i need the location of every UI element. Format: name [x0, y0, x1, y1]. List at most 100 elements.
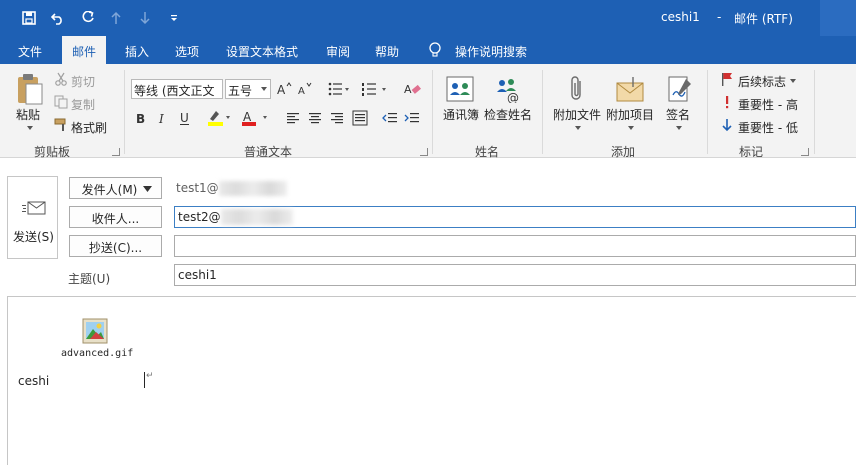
group-divider	[814, 70, 815, 154]
clipboard-group-label: 剪贴板	[34, 145, 71, 159]
shrink-font-icon[interactable]: A	[297, 81, 313, 97]
high-importance-button[interactable]: 重要性 - 高	[738, 96, 798, 113]
undo-icon[interactable]	[48, 8, 68, 28]
grow-font-icon[interactable]: A	[276, 81, 292, 97]
align-center-icon[interactable]	[308, 111, 322, 125]
flag-icon	[720, 72, 734, 86]
names-group-label: 姓名	[475, 145, 500, 159]
follow-up-button[interactable]: 后续标志	[738, 73, 786, 90]
chevron-down-icon	[143, 186, 152, 192]
chevron-down-icon	[261, 87, 267, 91]
cc-field[interactable]	[174, 235, 856, 257]
text-cursor	[144, 372, 145, 388]
font-size-combo[interactable]: 五号	[225, 79, 271, 99]
from-button-label: 发件人(M)	[81, 183, 138, 197]
font-name-combo[interactable]: 等线 (西文正文	[131, 79, 223, 99]
from-address: test1@	[176, 181, 219, 195]
copy-button[interactable]: 复制	[71, 96, 95, 113]
tab-review[interactable]: 审阅	[326, 43, 350, 60]
from-button[interactable]: 发件人(M)	[69, 177, 162, 199]
attach-item-icon[interactable]	[614, 74, 646, 104]
justify-icon[interactable]	[352, 110, 368, 126]
group-divider	[124, 70, 125, 154]
group-divider	[542, 70, 543, 154]
tags-launcher-icon[interactable]	[801, 148, 809, 156]
send-button[interactable]: 发送(S)	[7, 176, 58, 259]
title-bar: ceshi1 - 邮件 (RTF)	[0, 0, 856, 36]
customize-icon[interactable]	[164, 8, 184, 28]
decrease-indent-icon[interactable]	[382, 111, 398, 125]
group-divider	[432, 70, 433, 154]
format-painter-icon	[54, 118, 68, 132]
check-names-button[interactable]: 检查姓名	[484, 106, 532, 123]
tab-format-text[interactable]: 设置文本格式	[226, 43, 298, 60]
tab-help[interactable]: 帮助	[375, 43, 399, 60]
up-arrow-icon[interactable]	[106, 8, 126, 28]
to-button[interactable]: 收件人...	[69, 206, 162, 228]
font-color-icon[interactable]: A	[240, 109, 270, 127]
paste-dropdown-arrow[interactable]	[27, 126, 33, 130]
bold-button[interactable]: B	[134, 111, 148, 127]
attach-item-dropdown-arrow[interactable]	[628, 126, 634, 130]
send-label: 发送(S)	[13, 230, 54, 244]
align-left-icon[interactable]	[286, 111, 300, 125]
follow-up-dropdown-arrow[interactable]	[790, 79, 796, 83]
svg-text:@: @	[507, 91, 519, 103]
attach-file-dropdown-arrow[interactable]	[575, 126, 581, 130]
bullets-icon[interactable]	[328, 81, 350, 97]
underline-button[interactable]: U	[178, 111, 192, 127]
tab-file[interactable]: 文件	[18, 43, 42, 60]
scissors-icon	[54, 72, 68, 86]
paste-button[interactable]: 粘贴	[16, 106, 40, 123]
font-name-value: 等线 (西文正文	[134, 84, 215, 98]
check-names-icon[interactable]: @	[492, 74, 524, 104]
attach-file-button[interactable]: 附加文件	[553, 106, 601, 123]
paste-icon[interactable]	[14, 72, 46, 106]
low-importance-button[interactable]: 重要性 - 低	[738, 119, 798, 136]
message-body[interactable]	[7, 296, 856, 465]
cc-button[interactable]: 抄送(C)...	[69, 235, 162, 257]
to-field-value: test2@	[178, 210, 221, 224]
attachment-name[interactable]: advanced.gif	[61, 348, 133, 359]
address-book-button[interactable]: 通讯簿	[443, 106, 479, 123]
clear-formatting-icon[interactable]: A	[404, 81, 422, 97]
increase-indent-icon[interactable]	[404, 111, 420, 125]
cut-button[interactable]: 剪切	[71, 73, 95, 90]
tags-group-label: 标记	[739, 145, 764, 159]
subject-field-value: ceshi1	[178, 268, 217, 282]
align-right-icon[interactable]	[330, 111, 344, 125]
attach-item-button[interactable]: 附加项目	[606, 106, 654, 123]
window-control-area[interactable]	[820, 0, 856, 36]
highlight-color-icon[interactable]	[206, 109, 232, 127]
svg-text:U: U	[180, 111, 189, 125]
down-arrow-icon	[720, 118, 734, 132]
italic-button[interactable]: I	[156, 111, 170, 127]
address-book-icon[interactable]	[444, 74, 476, 104]
svg-text:B: B	[136, 112, 145, 126]
signature-button[interactable]: 签名	[666, 106, 690, 123]
tab-options[interactable]: 选项	[175, 43, 199, 60]
signature-icon[interactable]	[665, 74, 693, 104]
svg-text:I: I	[158, 112, 164, 126]
paragraph-mark: ↵	[146, 371, 154, 381]
title-separator: -	[717, 10, 722, 24]
redacted-email	[221, 209, 293, 225]
clipboard-launcher-icon[interactable]	[112, 148, 120, 156]
signature-dropdown-arrow[interactable]	[676, 126, 682, 130]
tab-insert[interactable]: 插入	[125, 43, 149, 60]
include-group-label: 添加	[611, 145, 636, 159]
save-icon[interactable]	[19, 8, 39, 28]
format-painter-button[interactable]: 格式刷	[71, 119, 107, 136]
group-divider	[707, 70, 708, 154]
subject-field[interactable]: ceshi1	[174, 264, 856, 286]
down-arrow-icon[interactable]	[135, 8, 155, 28]
paperclip-icon[interactable]	[566, 74, 588, 104]
numbering-icon[interactable]	[362, 81, 388, 97]
tell-me-search[interactable]: 操作说明搜索	[455, 43, 527, 60]
image-file-icon[interactable]	[82, 318, 108, 344]
copy-icon	[54, 95, 68, 109]
tab-message[interactable]: 邮件	[62, 36, 107, 64]
redo-icon[interactable]	[78, 8, 98, 28]
basic-text-launcher-icon[interactable]	[420, 148, 428, 156]
subject-label: 主题(U)	[68, 272, 111, 286]
